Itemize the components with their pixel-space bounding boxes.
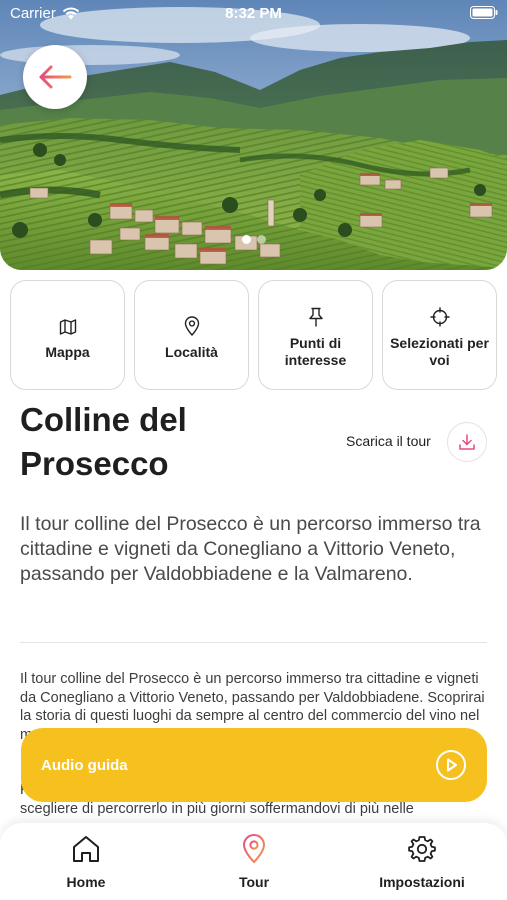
tour-lead-text: Il tour colline del Prosecco è un percor…	[20, 513, 481, 585]
hero-image: Carrier 8:32 PM	[0, 0, 507, 270]
battery-icon	[470, 6, 498, 19]
download-button[interactable]	[447, 422, 487, 462]
category-card-map[interactable]: Mappa	[10, 280, 125, 390]
audio-guide-button[interactable]: Audio guida	[21, 728, 487, 802]
tab-home[interactable]: Home	[21, 833, 151, 890]
location-pin-icon	[184, 310, 200, 336]
tab-settings[interactable]: Impostazioni	[357, 833, 487, 890]
carousel-dots[interactable]	[0, 235, 507, 244]
map-icon	[59, 310, 77, 336]
gear-icon	[408, 833, 436, 865]
category-label: Località	[165, 343, 218, 360]
arrow-left-icon	[39, 65, 72, 89]
home-icon	[71, 833, 101, 865]
location-pin-icon	[242, 833, 266, 865]
category-cards: Mappa Località Punti di interesse Selezi…	[10, 280, 498, 390]
tab-bar: Home Tour Impostazioni	[0, 823, 507, 900]
tab-label: Impostazioni	[379, 874, 465, 890]
audio-guide-label: Audio guida	[41, 756, 128, 774]
category-card-selected-for-you[interactable]: Selezionati per voi	[382, 280, 497, 390]
carousel-dot[interactable]	[241, 235, 251, 244]
download-tour-link[interactable]: Scarica il tour	[346, 433, 431, 449]
category-card-points-of-interest[interactable]: Punti di interesse	[258, 280, 373, 390]
page-title: Colline del Prosecco	[20, 401, 187, 482]
tab-label: Home	[66, 874, 106, 890]
category-label: Selezionati per voi	[390, 335, 489, 368]
download-icon	[459, 434, 475, 450]
divider	[20, 642, 487, 643]
status-time: 8:32 PM	[225, 5, 282, 22]
pushpin-icon	[308, 301, 324, 327]
category-label: Mappa	[45, 343, 90, 360]
vineyard-landscape-photo	[0, 0, 507, 270]
crosshair-icon	[429, 301, 450, 327]
tab-tour[interactable]: Tour	[189, 833, 319, 890]
category-label: Punti di interesse	[284, 335, 347, 368]
category-card-locations[interactable]: Località	[134, 280, 249, 390]
back-button[interactable]	[23, 45, 87, 109]
tab-label: Tour	[238, 874, 270, 890]
play-circle-icon	[436, 750, 466, 780]
carousel-dot[interactable]	[256, 235, 266, 244]
status-bar: Carrier 8:32 PM	[0, 0, 507, 28]
